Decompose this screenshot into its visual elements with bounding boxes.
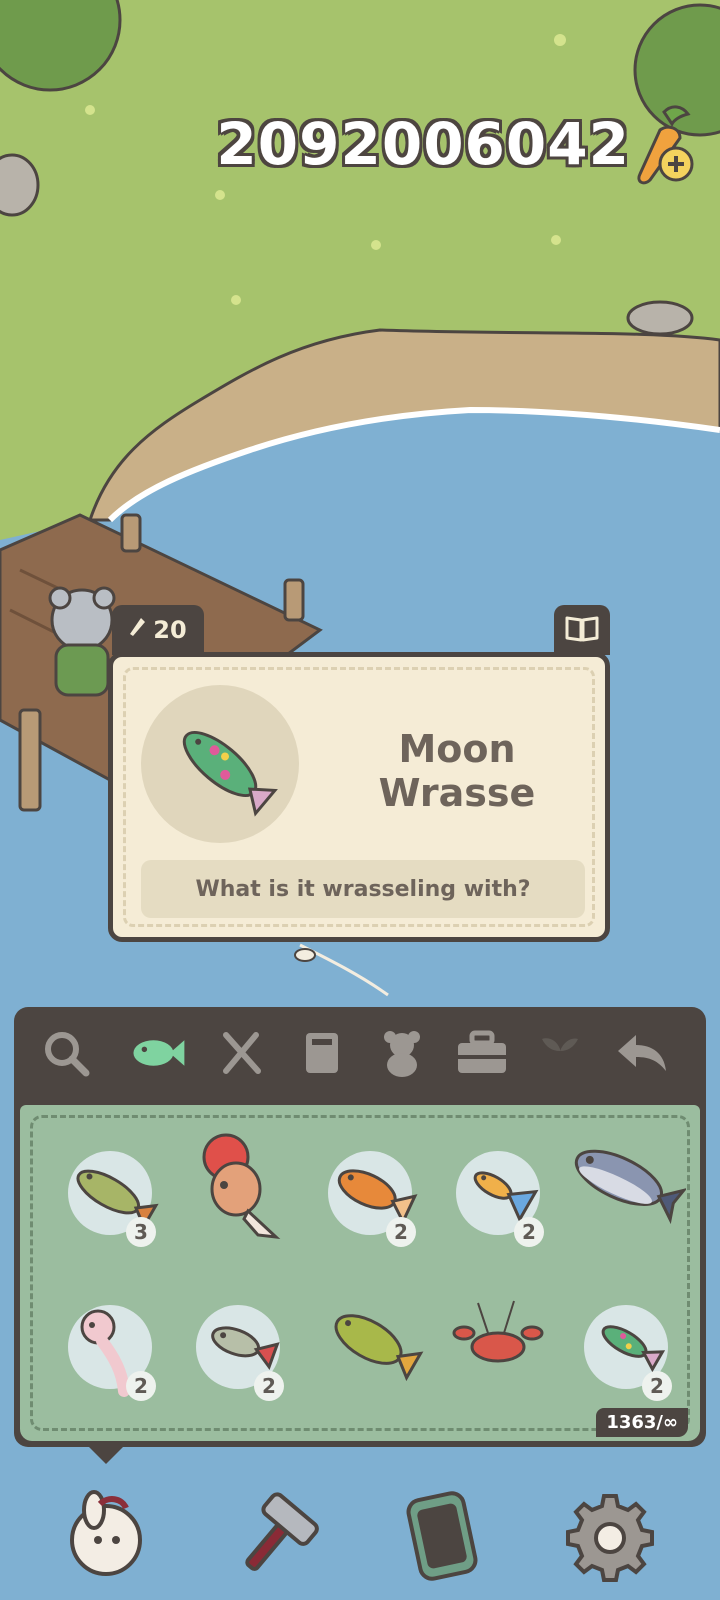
tab-back[interactable] — [612, 1023, 672, 1083]
phone-button[interactable] — [396, 1490, 488, 1582]
toolbox-icon — [458, 1030, 506, 1073]
inventory-slot[interactable] — [310, 1285, 430, 1405]
open-book-icon — [565, 614, 599, 646]
item-count: 3 — [126, 1217, 156, 1247]
item-count: 2 — [254, 1371, 284, 1401]
hammer-icon — [245, 1492, 319, 1571]
tuna-icon — [574, 1149, 686, 1225]
fish-icon — [133, 1040, 185, 1066]
inventory-slot[interactable] — [560, 1125, 686, 1245]
tab-books[interactable] — [292, 1023, 352, 1083]
currency-amount: 2092006042 — [216, 110, 630, 178]
sprout-icon — [542, 1038, 578, 1073]
book-icon — [306, 1033, 338, 1073]
fish-description: What is it wrasseling with? — [141, 860, 585, 918]
tab-fish[interactable] — [128, 1023, 188, 1083]
build-button[interactable] — [230, 1490, 322, 1582]
moon-wrasse-icon — [182, 731, 278, 817]
inventory-slot[interactable] — [438, 1285, 558, 1405]
item-count: 2 — [126, 1371, 156, 1401]
carrot-plus-icon[interactable] — [630, 102, 702, 192]
search-icon — [45, 1032, 90, 1077]
red-goldfish-icon — [202, 1133, 281, 1239]
tab-cooking[interactable] — [212, 1023, 272, 1083]
inventory-slot[interactable]: 2 — [50, 1287, 170, 1407]
carrot-icon — [129, 616, 147, 644]
inventory-grid: 3 2 2 2 2 2 1363/∞ — [20, 1105, 700, 1441]
gear-icon — [566, 1494, 654, 1582]
item-count: 2 — [514, 1217, 544, 1247]
panel-pointer — [86, 1444, 126, 1464]
item-count: 2 — [386, 1217, 416, 1247]
bunny-character-icon — [70, 1490, 142, 1576]
tab-tools[interactable] — [452, 1023, 512, 1083]
fork-knife-icon — [223, 1032, 261, 1074]
tab-toys[interactable] — [372, 1023, 432, 1083]
settings-button[interactable] — [564, 1490, 656, 1582]
crayfish-icon — [452, 1300, 544, 1363]
inventory-tabbar — [14, 1007, 706, 1103]
inventory-slot[interactable] — [178, 1125, 298, 1245]
inventory-slot[interactable]: 2 — [310, 1133, 430, 1253]
inventory-slot[interactable]: 2 — [566, 1287, 686, 1407]
inventory-slot[interactable]: 2 — [178, 1287, 298, 1407]
encyclopedia-button[interactable] — [554, 605, 610, 655]
tab-plants[interactable] — [530, 1023, 590, 1083]
item-count: 2 — [642, 1371, 672, 1401]
fish-info-card: Moon Wrasse What is it wrasseling with? — [108, 652, 610, 942]
price-tab: 20 — [112, 605, 204, 655]
inventory-slot[interactable]: 3 — [50, 1133, 170, 1253]
inventory-slot[interactable]: 2 — [438, 1133, 558, 1253]
tab-search[interactable] — [36, 1023, 96, 1083]
fish-portrait — [141, 685, 299, 843]
teddy-bear-icon — [384, 1031, 420, 1077]
fish-name: Moon Wrasse — [378, 727, 536, 815]
character-button[interactable] — [60, 1490, 152, 1582]
inventory-capacity: 1363/∞ — [596, 1408, 688, 1437]
phone-icon — [406, 1491, 478, 1581]
price-value: 20 — [153, 616, 187, 644]
inventory-panel: 3 2 2 2 2 2 1363/∞ — [14, 1007, 706, 1447]
back-arrow-icon — [618, 1035, 666, 1071]
bass-fish-icon — [334, 1314, 424, 1382]
